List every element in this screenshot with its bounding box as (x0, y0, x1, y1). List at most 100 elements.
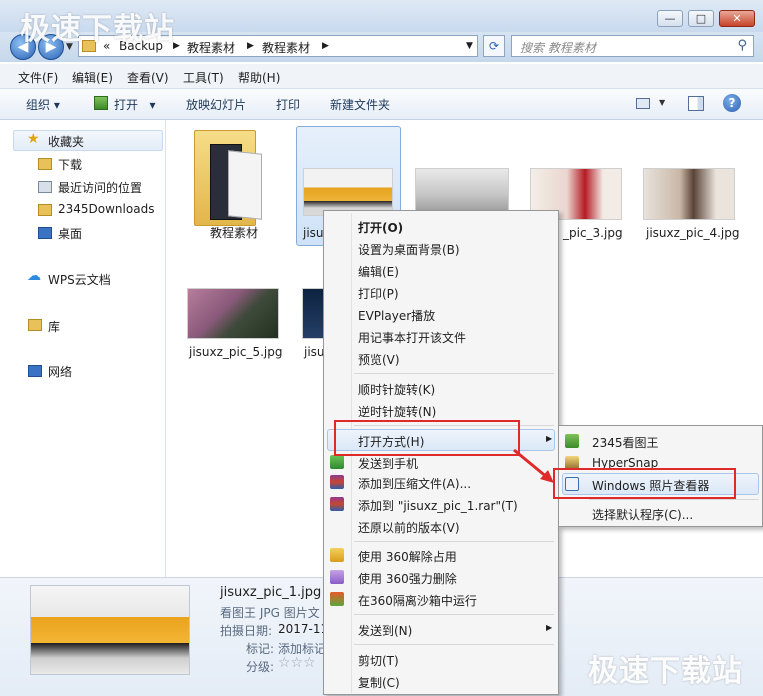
star-icon: ★ (27, 131, 40, 147)
folder-preview-paper (228, 150, 262, 220)
menu-open[interactable]: 打开(O) (358, 219, 403, 236)
menu-evplayer[interactable]: EVPlayer播放 (358, 307, 435, 324)
open-button[interactable]: 打开 ▾ (114, 96, 155, 113)
menu-edit[interactable]: 编辑(E) (72, 69, 113, 86)
submenu-arrow-icon: ▶ (546, 623, 553, 632)
nav-network[interactable]: 网络 (48, 363, 72, 380)
menu-copy[interactable]: 复制(C) (358, 674, 400, 691)
menu-rotate-clockwise[interactable]: 顺时针旋转(K) (358, 381, 435, 398)
nav-2345downloads[interactable]: 2345Downloads (58, 202, 154, 216)
file-name: jisuxz_pic_4.jpg (646, 226, 740, 240)
view-options-chevron-icon[interactable]: ▼ (659, 98, 665, 107)
library-icon (28, 319, 42, 331)
minimize-button[interactable]: — (657, 10, 683, 27)
phone-icon (330, 455, 344, 469)
annotation-arrow-icon (513, 448, 554, 483)
menu-file[interactable]: 文件(F) (18, 69, 58, 86)
menu-360-sandbox[interactable]: 在360隔离沙箱中运行 (358, 592, 477, 609)
menu-cut[interactable]: 剪切(T) (358, 652, 399, 669)
nav-wps-cloud[interactable]: WPS云文档 (48, 271, 111, 288)
menu-set-wallpaper[interactable]: 设置为桌面背景(B) (358, 241, 460, 258)
refresh-icon[interactable]: ⟳ (483, 35, 505, 57)
menu-send-to[interactable]: 发送到(N) (358, 622, 412, 639)
recent-places-icon (38, 181, 52, 193)
close-button[interactable]: ✕ (719, 10, 755, 27)
watermark-top: 极速下载站 (20, 12, 175, 47)
menu-360-unlock[interactable]: 使用 360解除占用 (358, 548, 457, 565)
folder-icon (38, 204, 52, 216)
menu-separator (354, 614, 554, 615)
new-folder-button[interactable]: 新建文件夹 (330, 96, 390, 113)
breadcrumb-folder-2[interactable]: 教程素材 (262, 39, 310, 56)
menu-separator (354, 644, 554, 645)
sandbox-icon (330, 592, 344, 606)
menu-separator (354, 373, 554, 374)
breadcrumb-arrow-icon[interactable]: ▶ (322, 41, 329, 51)
menu-tools[interactable]: 工具(T) (183, 69, 224, 86)
file-name: jisuxz_pic_5.jpg (189, 345, 283, 359)
help-icon[interactable]: ? (723, 94, 741, 112)
menu-send-to-phone[interactable]: 发送到手机 (358, 455, 418, 472)
slideshow-button[interactable]: 放映幻灯片 (186, 96, 246, 113)
menu-separator (354, 541, 554, 542)
nav-desktop[interactable]: 桌面 (58, 225, 82, 242)
2345-viewer-icon (565, 434, 579, 448)
nav-library[interactable]: 库 (48, 318, 60, 335)
menu-rotate-counterclockwise[interactable]: 逆时针旋转(N) (358, 403, 436, 420)
menu-help[interactable]: 帮助(H) (238, 69, 280, 86)
breadcrumb-arrow-icon[interactable]: ▶ (247, 41, 254, 51)
nav-favorites[interactable]: 收藏夹 (48, 133, 84, 150)
menu-restore-previous[interactable]: 还原以前的版本(V) (358, 519, 460, 536)
search-icon[interactable]: ⚲ (737, 38, 747, 53)
cloud-icon: ☁ (27, 268, 41, 284)
change-view-icon[interactable] (636, 98, 650, 109)
portrait-thumbnail-4[interactable] (643, 168, 735, 220)
annotation-box-photo-viewer (553, 468, 736, 499)
annotation-box-open-with (334, 420, 520, 456)
menu-360-force-delete[interactable]: 使用 360强力删除 (358, 570, 457, 587)
image-viewer-icon (94, 96, 108, 110)
maximize-button[interactable]: □ (688, 10, 714, 27)
details-tags-label: 标记: (246, 642, 275, 656)
details-date-value: 2017-11 (278, 622, 329, 636)
details-rating-label: 分级: (246, 660, 275, 674)
rating-stars-icon[interactable]: ☆☆☆ (278, 655, 316, 671)
menu-view[interactable]: 查看(V) (127, 69, 169, 86)
car-thumbnail (303, 168, 393, 216)
menu-open-notepad[interactable]: 用记事本打开该文件 (358, 329, 466, 346)
search-input[interactable]: 搜索 教程素材 ⚲ (511, 35, 754, 57)
menu-bar (0, 64, 763, 89)
desktop-icon (38, 227, 52, 239)
winrar-icon (330, 497, 344, 511)
downloads-folder-icon (38, 158, 52, 170)
file-item-folder[interactable]: 教程素材 (186, 128, 282, 246)
menu-add-to-rar[interactable]: 添加到 "jisuxz_pic_1.rar"(T) (358, 497, 518, 514)
menu-edit[interactable]: 编辑(E) (358, 263, 399, 280)
menu-add-to-archive[interactable]: 添加到压缩文件(A)... (358, 475, 471, 492)
menu-preview[interactable]: 预览(V) (358, 351, 400, 368)
open-with-2345[interactable]: 2345看图王 (592, 434, 659, 451)
file-name: 教程素材 (209, 226, 258, 240)
search-placeholder: 搜索 教程素材 (520, 41, 596, 55)
organize-button[interactable]: 组织 ▾ (26, 96, 60, 113)
menu-separator (589, 499, 759, 500)
night-thumbnail-6[interactable] (302, 288, 324, 339)
details-filename: jisuxz_pic_1.jpg (220, 585, 322, 600)
preview-pane-icon[interactable] (688, 96, 704, 111)
nav-recent-places[interactable]: 最近访问的位置 (58, 179, 142, 196)
file-name: jisu (303, 226, 324, 240)
menu-print[interactable]: 打印(P) (358, 285, 399, 302)
print-button[interactable]: 打印 (276, 96, 300, 113)
file-name: _pic_3.jpg (563, 226, 623, 240)
details-date-label: 拍摄日期: (220, 624, 273, 638)
address-dropdown-icon[interactable]: ▼ (466, 41, 473, 51)
open-with-choose-default[interactable]: 选择默认程序(C)... (592, 506, 693, 523)
details-type: 看图王 JPG 图片文 (220, 606, 320, 620)
breadcrumb-folder-1[interactable]: 教程素材 (187, 39, 235, 56)
preview-thumbnail (30, 585, 190, 675)
nav-downloads[interactable]: 下载 (58, 156, 82, 173)
aerial-thumbnail-5[interactable] (187, 288, 279, 339)
submenu-arrow-icon: ▶ (546, 434, 553, 443)
winrar-icon (330, 475, 344, 489)
network-icon (28, 365, 42, 377)
